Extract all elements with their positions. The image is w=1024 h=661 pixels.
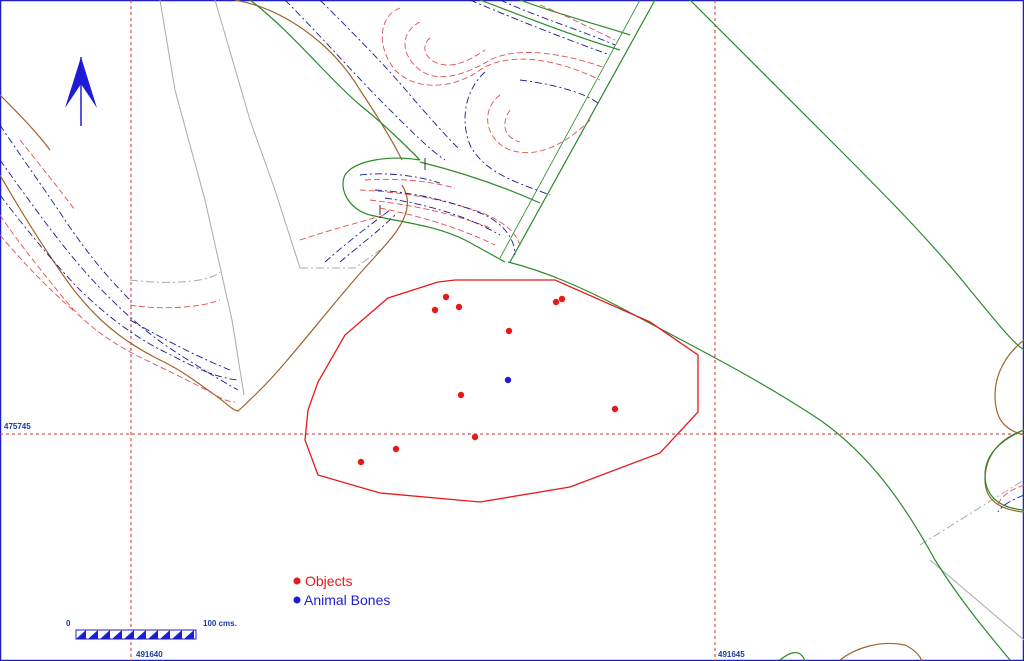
object-point — [552, 298, 560, 306]
grid-label-y: 475745 — [4, 422, 31, 431]
object-point — [558, 295, 566, 303]
object-point — [357, 458, 365, 466]
north-arrow-icon — [65, 57, 97, 126]
object-point — [611, 405, 619, 413]
object-point — [457, 391, 465, 399]
object-points — [357, 293, 619, 466]
excavation-area-boundary — [304, 279, 699, 503]
object-point — [431, 306, 439, 314]
legend-objects-marker — [293, 577, 301, 585]
gray-lines — [129, 0, 1024, 641]
object-point — [392, 445, 400, 453]
scale-bar: 0 100 cms. — [66, 619, 237, 640]
legend-bones-label: Animal Bones — [304, 592, 390, 608]
grid-label-x-left: 491640 — [136, 650, 163, 659]
legend-bones-marker — [293, 596, 301, 604]
object-point — [455, 303, 463, 311]
site-plan-map: 475745 491640 491645 0 100 cms. Objects … — [0, 0, 1024, 661]
scale-end-label: 100 cms. — [203, 619, 237, 628]
blue-contours — [0, 0, 1024, 513]
object-point — [471, 433, 479, 441]
legend-objects-label: Objects — [305, 573, 352, 589]
animal-bone-point — [504, 376, 512, 384]
object-point — [505, 327, 513, 335]
grid-label-x-right: 491645 — [718, 650, 745, 659]
map-legend: Objects Animal Bones — [293, 573, 390, 608]
object-point — [442, 293, 450, 301]
scale-start-label: 0 — [66, 619, 71, 628]
red-contours — [0, 4, 1024, 506]
